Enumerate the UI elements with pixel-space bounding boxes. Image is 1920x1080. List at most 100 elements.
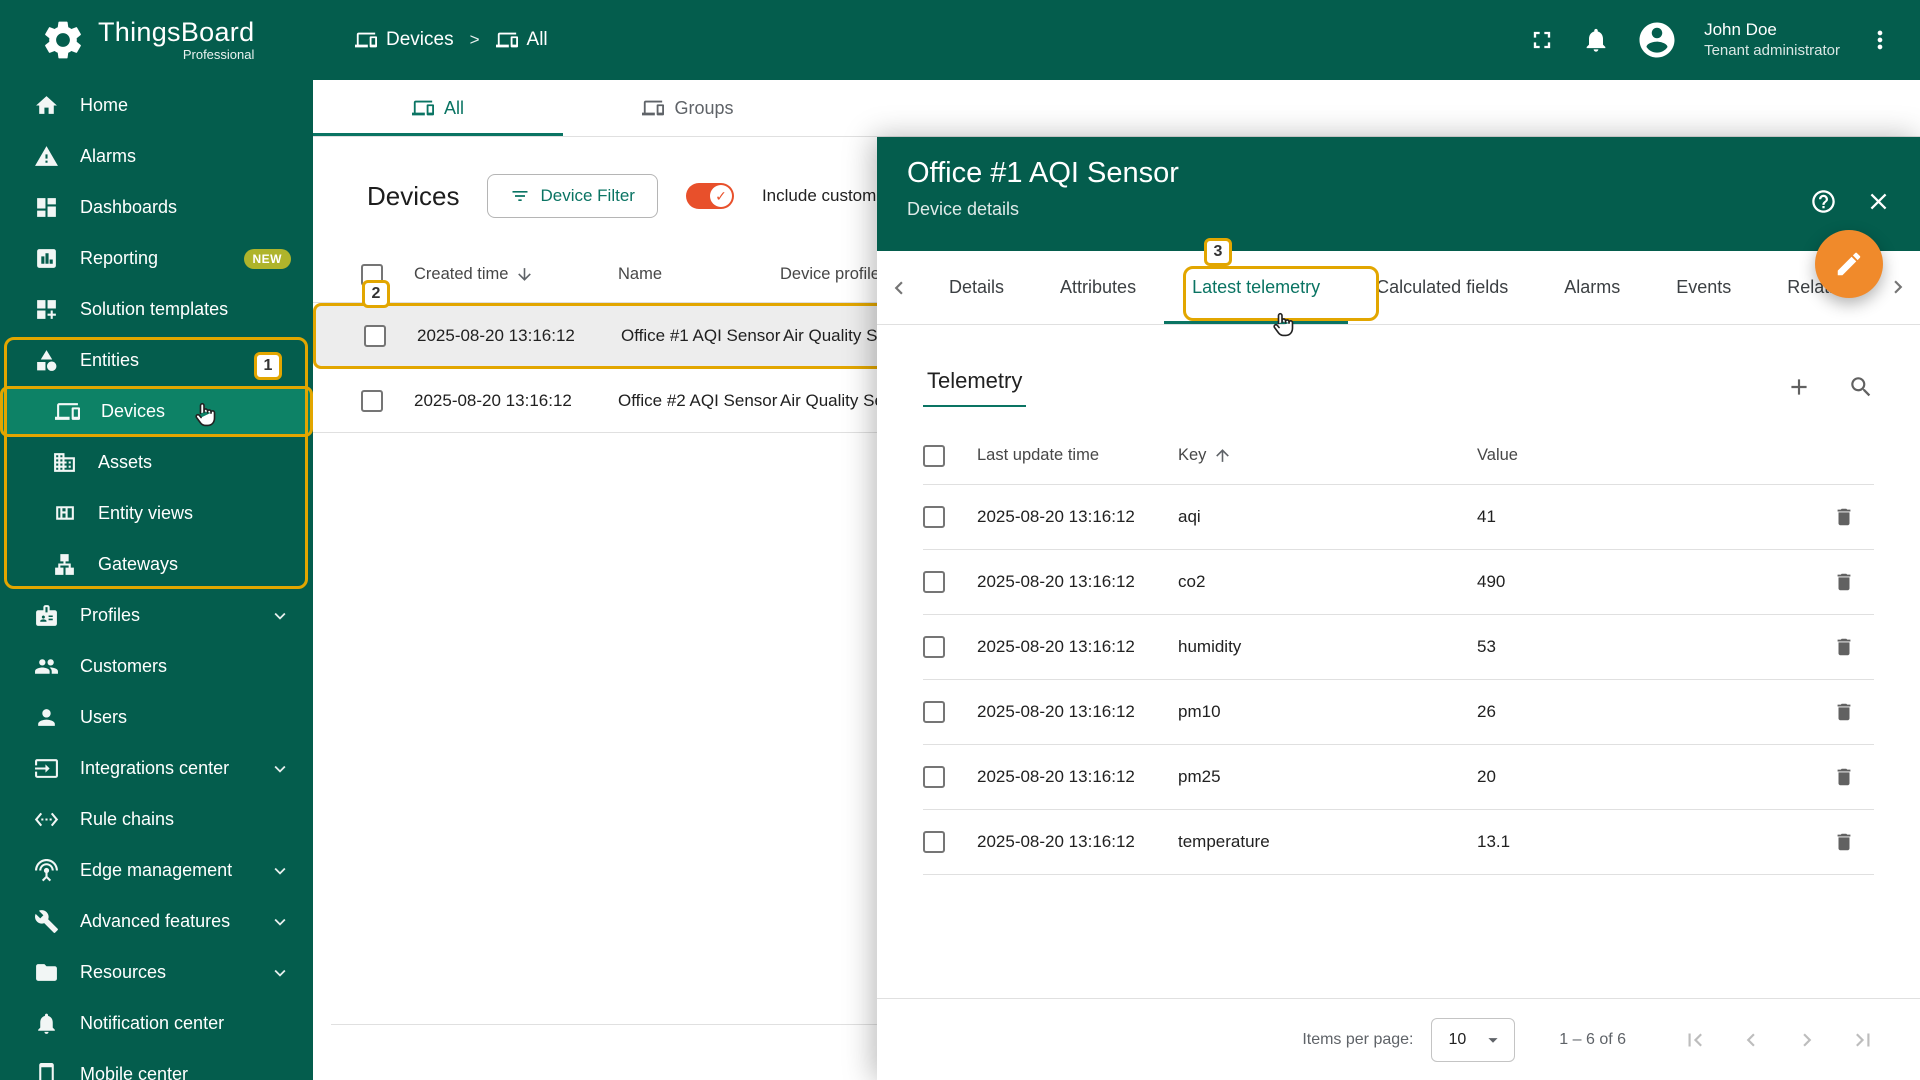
last-page-button[interactable] [1850,1027,1876,1053]
sidebar-item-reporting[interactable]: Reporting NEW [0,233,313,284]
delete-icon[interactable] [1833,766,1855,788]
column-created-time[interactable]: Created time [414,265,508,284]
table-row[interactable]: 2025-08-20 13:16:12 aqi 41 [923,485,1874,550]
sidebar-item-integrations-center[interactable]: Integrations center [0,743,313,794]
toggle-knob: ✓ [710,185,732,207]
breadcrumb-all[interactable]: All [496,29,548,51]
row-checkbox[interactable] [923,831,945,853]
device-filter-button[interactable]: Device Filter [487,174,657,218]
tab-events[interactable]: Events [1648,251,1759,324]
sidebar-item-mobile-center[interactable]: Mobile center [0,1049,313,1080]
telemetry-header: Telemetry [923,363,1874,411]
sidebar-item-rule-chains[interactable]: Rule chains [0,794,313,845]
tabs-scroll-left-button[interactable] [877,251,921,324]
delete-icon[interactable] [1833,701,1855,723]
sidebar-item-entity-views[interactable]: Entity views [0,488,313,539]
entity-tabs: All Groups [313,80,1920,137]
sidebar-item-devices[interactable]: Devices [0,386,313,437]
tab-calculated-fields[interactable]: Calculated fields [1348,251,1536,324]
tab-alarms[interactable]: Alarms [1536,251,1648,324]
tab-attributes[interactable]: Attributes [1032,251,1164,324]
user-block[interactable]: John Doe Tenant administrator [1704,19,1840,61]
more-menu-icon[interactable] [1866,26,1894,54]
edit-device-fab[interactable] [1815,230,1883,298]
previous-page-button[interactable] [1738,1027,1764,1053]
table-row[interactable]: 2025-08-20 13:16:12 humidity 53 [923,615,1874,680]
sidebar-item-home[interactable]: Home [0,80,313,131]
items-per-page-select[interactable]: 10 [1431,1018,1515,1062]
sidebar-item-edge-management[interactable]: Edge management [0,845,313,896]
row-checkbox[interactable] [923,701,945,723]
select-all-checkbox[interactable] [923,445,945,467]
column-key[interactable]: Key [1178,446,1206,465]
breadcrumb: Devices > All [355,29,548,51]
sidebar-item-users[interactable]: Users [0,692,313,743]
sidebar-item-label: Rule chains [80,809,174,830]
chevron-right-icon [1885,274,1911,300]
home-icon [34,93,59,118]
sidebar-item-assets[interactable]: Assets [0,437,313,488]
column-last-update-time[interactable]: Last update time [977,446,1178,465]
templates-icon [34,297,59,322]
table-row[interactable]: 2025-08-20 13:16:12 temperature 13.1 [923,810,1874,875]
next-page-button[interactable] [1794,1027,1820,1053]
pagination-range: 1 – 6 of 6 [1559,1031,1626,1049]
row-checkbox[interactable] [364,325,386,347]
include-customers-toggle[interactable]: ✓ [686,183,734,209]
close-icon[interactable] [1865,188,1892,215]
breadcrumb-devices[interactable]: Devices [355,29,454,51]
assets-icon [52,450,77,475]
fullscreen-icon[interactable] [1528,26,1556,54]
table-row[interactable]: 2025-08-20 13:16:12 co2 490 [923,550,1874,615]
row-checkbox[interactable] [923,636,945,658]
delete-icon[interactable] [1833,506,1855,528]
sidebar-item-advanced-features[interactable]: Advanced features [0,896,313,947]
sidebar-item-dashboards[interactable]: Dashboards [0,182,313,233]
table-row[interactable]: 2025-08-20 13:16:12 pm10 26 [923,680,1874,745]
sidebar-item-gateways[interactable]: Gateways [0,539,313,590]
cell-time: 2025-08-20 13:16:12 [977,507,1178,527]
edit-icon [1834,249,1864,279]
sidebar-item-label: Profiles [80,605,140,626]
breadcrumb-all-label: All [527,29,548,51]
sidebar-item-notification-center[interactable]: Notification center [0,998,313,1049]
sidebar-item-solution-templates[interactable]: Solution templates [0,284,313,335]
chevron-down-icon [269,962,291,984]
telemetry-table: Last update time Key Value 2025-08-20 13… [923,427,1874,875]
telemetry-actions [1786,374,1874,400]
row-checkbox[interactable] [923,506,945,528]
sidebar-item-alarms[interactable]: Alarms [0,131,313,182]
resources-icon [34,960,59,985]
tab-all[interactable]: All [313,80,563,136]
filter-icon [510,186,530,206]
app-logo[interactable]: ThingsBoard Professional [0,17,313,63]
delete-icon[interactable] [1833,831,1855,853]
first-page-button[interactable] [1682,1027,1708,1053]
column-name[interactable]: Name [618,264,780,285]
cell-key: temperature [1178,832,1477,852]
new-badge: NEW [244,249,292,269]
help-icon[interactable] [1810,188,1837,215]
device-details-panel: Office #1 AQI Sensor Device details Deta… [877,137,1920,1080]
table-row[interactable]: 2025-08-20 13:16:12 pm25 20 [923,745,1874,810]
sidebar-item-resources[interactable]: Resources [0,947,313,998]
sidebar-item-profiles[interactable]: Profiles [0,590,313,641]
tab-details[interactable]: Details [921,251,1032,324]
sidebar-item-customers[interactable]: Customers [0,641,313,692]
search-icon[interactable] [1848,374,1874,400]
tab-groups[interactable]: Groups [563,80,813,136]
tab-groups-label: Groups [674,98,733,119]
delete-icon[interactable] [1833,571,1855,593]
notifications-icon[interactable] [1582,26,1610,54]
row-checkbox[interactable] [361,390,383,412]
delete-icon[interactable] [1833,636,1855,658]
step-badge-3: 3 [1204,238,1232,266]
cell-value: 41 [1477,507,1814,527]
column-value[interactable]: Value [1477,446,1814,465]
add-icon[interactable] [1786,374,1812,400]
panel-body: Telemetry Last update time Key Value 202… [877,325,1920,1080]
avatar[interactable] [1636,19,1678,61]
tab-latest-telemetry[interactable]: Latest telemetry [1164,251,1348,324]
row-checkbox[interactable] [923,766,945,788]
row-checkbox[interactable] [923,571,945,593]
